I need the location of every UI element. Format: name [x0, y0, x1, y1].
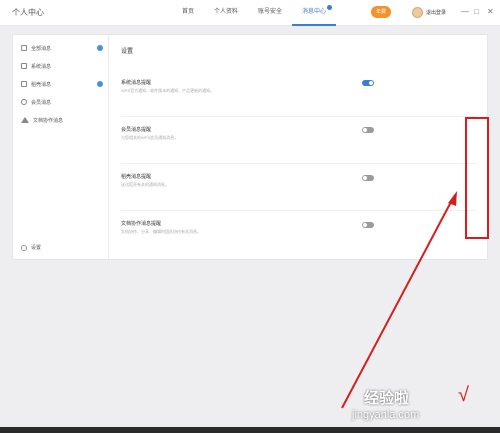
sidebar-item-label: 稻壳消息: [31, 81, 52, 88]
watermark-text: 经验啦: [364, 390, 410, 407]
badge-icon: [97, 81, 103, 87]
taskbar: [0, 427, 500, 433]
sidebar-item-label: 文档协作消息: [33, 117, 64, 124]
setting-description: 送达稻壳有关的通知消息。: [121, 182, 169, 187]
tab-home[interactable]: 首页: [172, 0, 204, 26]
watermark-url: jingyanla.com: [352, 409, 420, 421]
main-panel: 全部消息 系统消息 稻壳消息 会员消息 文档协作消息 设置 设置 系统消息提醒: [12, 34, 488, 260]
setting-row-docer: 稻壳消息提醒 送达稻壳有关的通知消息。: [121, 165, 477, 211]
crown-icon: [21, 99, 27, 105]
settings-label: 设置: [31, 245, 42, 251]
minimize-icon[interactable]: —: [461, 6, 469, 18]
maximize-icon[interactable]: □: [474, 6, 479, 18]
setting-description: 文档协作、分享、编辑时团队协作有关消息。: [121, 229, 201, 234]
setting-description: 与您相关的WPS会员通知消息。: [121, 135, 179, 140]
setting-row-system: 系统消息提醒 WPS官方通知、软件版本的通知，产品更新的通知。: [121, 71, 477, 117]
username-link[interactable]: 退出登录: [426, 9, 446, 16]
checkmark-icon: √: [458, 384, 469, 406]
sidebar-item-collab-messages[interactable]: 文档协作消息: [21, 114, 103, 126]
tab-message-center-label: 消息中心: [302, 9, 327, 15]
bell-icon: [21, 63, 27, 69]
tab-message-center[interactable]: 消息中心: [292, 0, 337, 26]
sidebar-item-system-messages[interactable]: 系统消息: [21, 60, 103, 72]
sidebar-settings[interactable]: 设置: [21, 244, 41, 251]
toggle-knob: [363, 128, 367, 132]
system-notify-toggle[interactable]: [362, 80, 374, 86]
sidebar-item-label: 会员消息: [31, 99, 52, 106]
settings-content: 设置 系统消息提醒 WPS官方通知、软件版本的通知，产品更新的通知。 会员消息提…: [109, 35, 489, 259]
setting-title: 系统消息提醒: [121, 80, 152, 86]
setting-title: 会员消息提醒: [121, 127, 152, 133]
triangle-icon: [21, 117, 29, 123]
badge-icon: [97, 45, 103, 51]
sidebar-item-all-messages[interactable]: 全部消息: [21, 42, 103, 54]
docer-notify-toggle[interactable]: [362, 175, 374, 181]
setting-description: WPS官方通知、软件版本的通知，产品更新的通知。: [121, 88, 215, 93]
setting-row-member: 会员消息提醒 与您相关的WPS会员通知消息。: [121, 118, 477, 164]
toggle-knob: [369, 81, 373, 85]
section-title: 设置: [121, 49, 134, 55]
tab-profile[interactable]: 个人资料: [204, 0, 248, 26]
tab-account-security[interactable]: 账号安全: [248, 0, 292, 26]
title-bar: 个人中心 首页 个人资料 账号安全 消息中心 年费 退出登录 — □ ✕: [0, 0, 500, 26]
setting-title: 稻壳消息提醒: [121, 174, 152, 180]
highlight-box: [465, 117, 489, 239]
vip-button[interactable]: 年费: [371, 6, 391, 18]
setting-title: 文档协作消息提醒: [121, 221, 162, 227]
member-notify-toggle[interactable]: [362, 127, 374, 133]
sidebar-item-label: 全部消息: [31, 45, 52, 52]
top-nav: 首页 个人资料 账号安全 消息中心: [172, 0, 337, 26]
sidebar-item-member-messages[interactable]: 会员消息: [21, 96, 103, 108]
shell-icon: [21, 81, 27, 87]
sidebar-item-docer-messages[interactable]: 稻壳消息: [21, 78, 103, 90]
gear-icon: [21, 244, 27, 251]
setting-row-collab: 文档协作消息提醒 文档协作、分享、编辑时团队协作有关消息。: [121, 212, 477, 258]
sidebar-item-label: 系统消息: [31, 63, 52, 70]
avatar[interactable]: [412, 7, 423, 18]
close-icon[interactable]: ✕: [487, 6, 494, 18]
toggle-knob: [363, 176, 367, 180]
toggle-knob: [363, 223, 367, 227]
sidebar: 全部消息 系统消息 稻壳消息 会员消息 文档协作消息 设置: [13, 35, 109, 259]
inbox-icon: [21, 45, 27, 51]
collab-notify-toggle[interactable]: [362, 222, 374, 228]
app-title: 个人中心: [12, 8, 44, 17]
notification-dot-icon: [327, 5, 333, 10]
